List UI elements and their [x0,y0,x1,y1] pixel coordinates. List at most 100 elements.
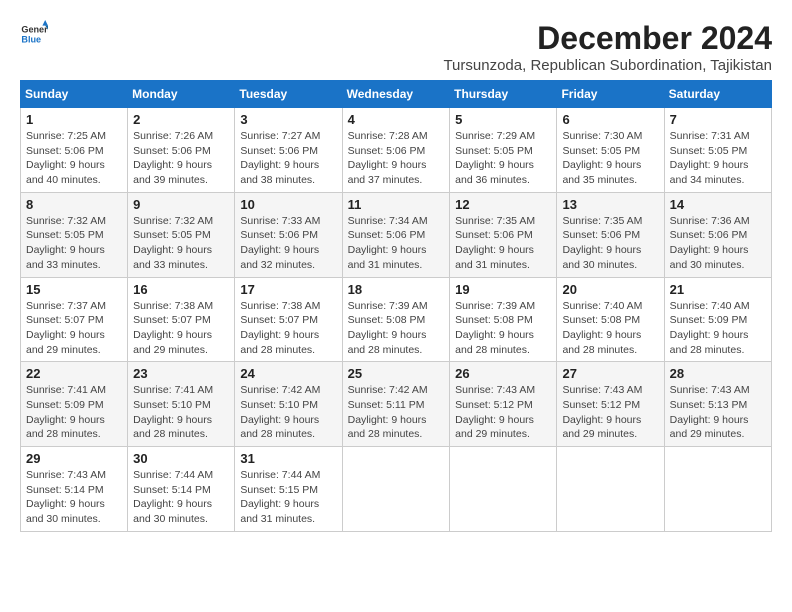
day-detail: Sunrise: 7:32 AMSunset: 5:05 PMDaylight:… [26,214,122,273]
day-number: 22 [26,366,122,381]
day-number: 17 [240,282,336,297]
calendar-cell: 14 Sunrise: 7:36 AMSunset: 5:06 PMDayligh… [664,192,771,277]
col-header-wednesday: Wednesday [342,81,450,108]
calendar-cell: 9 Sunrise: 7:32 AMSunset: 5:05 PMDaylight… [128,192,235,277]
day-number: 15 [26,282,122,297]
day-number: 31 [240,451,336,466]
page-header: General Blue December 2024 Tursunzoda, R… [20,20,772,74]
day-detail: Sunrise: 7:43 AMSunset: 5:14 PMDaylight:… [26,468,122,527]
calendar-cell: 20 Sunrise: 7:40 AMSunset: 5:08 PMDayligh… [557,277,664,362]
svg-text:Blue: Blue [21,34,41,44]
day-number: 30 [133,451,229,466]
day-detail: Sunrise: 7:34 AMSunset: 5:06 PMDaylight:… [348,214,445,273]
subtitle: Tursunzoda, Republican Subordination, Ta… [443,57,772,74]
calendar-cell [342,447,450,532]
day-number: 21 [670,282,766,297]
day-number: 29 [26,451,122,466]
calendar-cell: 11 Sunrise: 7:34 AMSunset: 5:06 PMDayligh… [342,192,450,277]
day-detail: Sunrise: 7:44 AMSunset: 5:15 PMDaylight:… [240,468,336,527]
day-number: 4 [348,112,445,127]
calendar-cell: 25 Sunrise: 7:42 AMSunset: 5:11 PMDayligh… [342,362,450,447]
day-number: 8 [26,197,122,212]
calendar-cell: 23Sunrise: 7:41 AMSunset: 5:10 PMDayligh… [128,362,235,447]
day-detail: Sunrise: 7:29 AMSunset: 5:05 PMDaylight:… [455,129,551,188]
svg-text:General: General [21,25,48,35]
day-number: 10 [240,197,336,212]
calendar-cell: 10 Sunrise: 7:33 AMSunset: 5:06 PMDayligh… [235,192,342,277]
calendar-cell: 30 Sunrise: 7:44 AMSunset: 5:14 PMDayligh… [128,447,235,532]
col-header-tuesday: Tuesday [235,81,342,108]
logo-icon: General Blue [20,20,48,48]
calendar-header-row: SundayMondayTuesdayWednesdayThursdayFrid… [21,81,772,108]
calendar-cell: 22Sunrise: 7:41 AMSunset: 5:09 PMDayligh… [21,362,128,447]
day-detail: Sunrise: 7:40 AMSunset: 5:08 PMDaylight:… [562,299,658,358]
calendar-week-1: 1Sunrise: 7:25 AMSunset: 5:06 PMDaylight… [21,108,772,193]
calendar-cell: 3Sunrise: 7:27 AMSunset: 5:06 PMDaylight… [235,108,342,193]
day-number: 16 [133,282,229,297]
day-detail: Sunrise: 7:38 AMSunset: 5:07 PMDaylight:… [240,299,336,358]
calendar-week-4: 22Sunrise: 7:41 AMSunset: 5:09 PMDayligh… [21,362,772,447]
day-detail: Sunrise: 7:39 AMSunset: 5:08 PMDaylight:… [348,299,445,358]
day-number: 13 [562,197,658,212]
day-detail: Sunrise: 7:27 AMSunset: 5:06 PMDaylight:… [240,129,336,188]
day-detail: Sunrise: 7:38 AMSunset: 5:07 PMDaylight:… [133,299,229,358]
day-number: 24 [240,366,336,381]
main-title: December 2024 [443,20,772,57]
calendar-cell: 4 Sunrise: 7:28 AMSunset: 5:06 PMDaylight… [342,108,450,193]
day-number: 26 [455,366,551,381]
day-detail: Sunrise: 7:44 AMSunset: 5:14 PMDaylight:… [133,468,229,527]
col-header-friday: Friday [557,81,664,108]
day-number: 5 [455,112,551,127]
calendar-cell: 31 Sunrise: 7:44 AMSunset: 5:15 PMDayligh… [235,447,342,532]
calendar-cell: 15 Sunrise: 7:37 AMSunset: 5:07 PMDayligh… [21,277,128,362]
day-number: 11 [348,197,445,212]
calendar-cell: 28 Sunrise: 7:43 AMSunset: 5:13 PMDayligh… [664,362,771,447]
day-number: 6 [562,112,658,127]
day-detail: Sunrise: 7:25 AMSunset: 5:06 PMDaylight:… [26,129,122,188]
calendar-cell: 29 Sunrise: 7:43 AMSunset: 5:14 PMDayligh… [21,447,128,532]
logo: General Blue [20,20,48,48]
day-detail: Sunrise: 7:35 AMSunset: 5:06 PMDaylight:… [455,214,551,273]
title-block: December 2024 Tursunzoda, Republican Sub… [443,20,772,74]
calendar-table: SundayMondayTuesdayWednesdayThursdayFrid… [20,80,772,532]
day-number: 7 [670,112,766,127]
day-detail: Sunrise: 7:40 AMSunset: 5:09 PMDaylight:… [670,299,766,358]
day-detail: Sunrise: 7:33 AMSunset: 5:06 PMDaylight:… [240,214,336,273]
calendar-week-3: 15 Sunrise: 7:37 AMSunset: 5:07 PMDayligh… [21,277,772,362]
day-detail: Sunrise: 7:36 AMSunset: 5:06 PMDaylight:… [670,214,766,273]
day-number: 28 [670,366,766,381]
day-detail: Sunrise: 7:28 AMSunset: 5:06 PMDaylight:… [348,129,445,188]
day-number: 18 [348,282,445,297]
day-detail: Sunrise: 7:31 AMSunset: 5:05 PMDaylight:… [670,129,766,188]
col-header-thursday: Thursday [450,81,557,108]
calendar-cell: 7 Sunrise: 7:31 AMSunset: 5:05 PMDaylight… [664,108,771,193]
day-number: 14 [670,197,766,212]
day-number: 20 [562,282,658,297]
calendar-cell: 2 Sunrise: 7:26 AMSunset: 5:06 PMDaylight… [128,108,235,193]
day-number: 27 [562,366,658,381]
day-detail: Sunrise: 7:43 AMSunset: 5:12 PMDaylight:… [455,383,551,442]
col-header-sunday: Sunday [21,81,128,108]
calendar-cell [664,447,771,532]
col-header-saturday: Saturday [664,81,771,108]
day-number: 25 [348,366,445,381]
day-detail: Sunrise: 7:42 AMSunset: 5:11 PMDaylight:… [348,383,445,442]
calendar-cell: 19Sunrise: 7:39 AMSunset: 5:08 PMDayligh… [450,277,557,362]
col-header-monday: Monday [128,81,235,108]
calendar-cell: 27Sunrise: 7:43 AMSunset: 5:12 PMDayligh… [557,362,664,447]
day-number: 2 [133,112,229,127]
calendar-cell: 24Sunrise: 7:42 AMSunset: 5:10 PMDayligh… [235,362,342,447]
calendar-cell [557,447,664,532]
day-detail: Sunrise: 7:41 AMSunset: 5:10 PMDaylight:… [133,383,229,442]
calendar-week-2: 8 Sunrise: 7:32 AMSunset: 5:05 PMDaylight… [21,192,772,277]
calendar-cell: 5 Sunrise: 7:29 AMSunset: 5:05 PMDaylight… [450,108,557,193]
day-detail: Sunrise: 7:32 AMSunset: 5:05 PMDaylight:… [133,214,229,273]
day-number: 9 [133,197,229,212]
calendar-cell: 8 Sunrise: 7:32 AMSunset: 5:05 PMDaylight… [21,192,128,277]
calendar-cell: 16 Sunrise: 7:38 AMSunset: 5:07 PMDayligh… [128,277,235,362]
calendar-cell: 21 Sunrise: 7:40 AMSunset: 5:09 PMDayligh… [664,277,771,362]
day-detail: Sunrise: 7:37 AMSunset: 5:07 PMDaylight:… [26,299,122,358]
calendar-week-5: 29 Sunrise: 7:43 AMSunset: 5:14 PMDayligh… [21,447,772,532]
day-detail: Sunrise: 7:43 AMSunset: 5:13 PMDaylight:… [670,383,766,442]
day-detail: Sunrise: 7:26 AMSunset: 5:06 PMDaylight:… [133,129,229,188]
